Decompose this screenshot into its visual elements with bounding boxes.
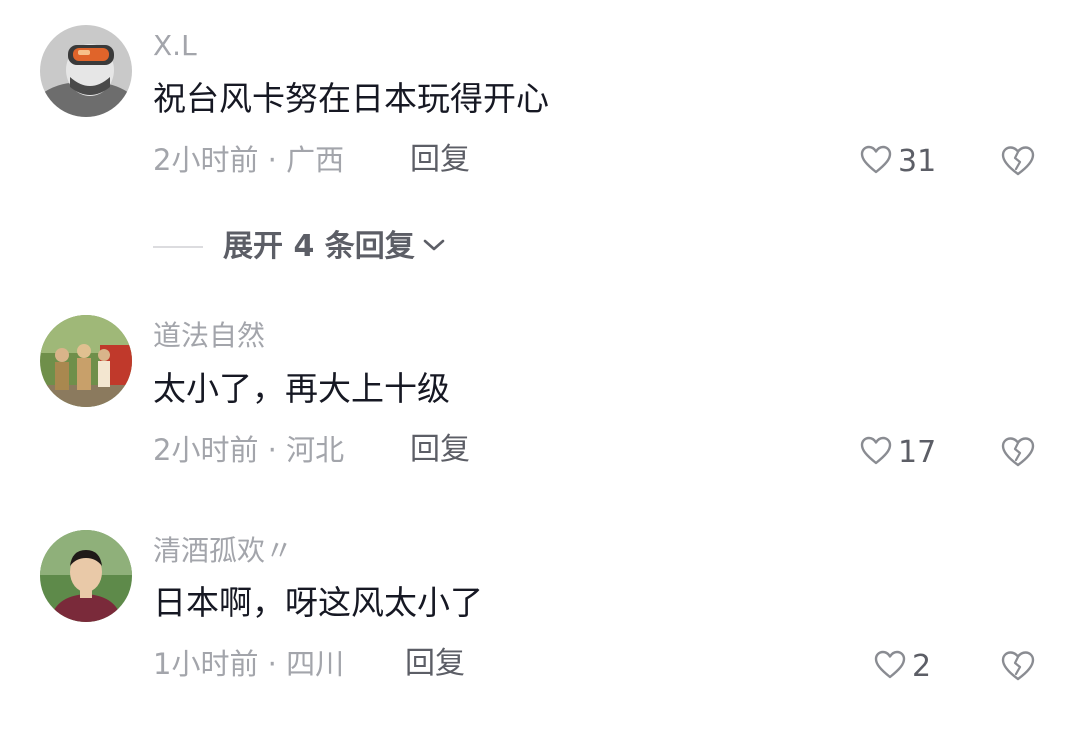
- like-button[interactable]: 31: [860, 144, 936, 180]
- avatar[interactable]: [40, 315, 132, 407]
- dislike-button[interactable]: [1000, 435, 1036, 473]
- expand-replies-button[interactable]: 展开 4 条回复: [153, 232, 447, 262]
- dislike-button[interactable]: [1000, 649, 1036, 687]
- like-button[interactable]: 2: [874, 649, 931, 685]
- heart-outline-icon: [860, 144, 892, 180]
- comment-username[interactable]: X.L: [153, 32, 197, 60]
- divider: [153, 246, 203, 248]
- comment-text: 日本啊，呀这风太小了: [153, 583, 483, 622]
- comment-text: 祝台风卡努在日本玩得开心: [153, 79, 549, 118]
- comment-meta: 2小时前 · 河北: [153, 433, 345, 467]
- avatar[interactable]: [40, 25, 132, 117]
- avatar[interactable]: [40, 530, 132, 622]
- reply-button[interactable]: 回复: [410, 435, 470, 465]
- reply-button[interactable]: 回复: [405, 649, 465, 679]
- like-count: 31: [898, 144, 937, 179]
- heart-outline-icon: [874, 649, 906, 685]
- comment-username[interactable]: 道法自然: [153, 322, 265, 350]
- comment-text: 太小了，再大上十级: [153, 369, 450, 408]
- dislike-button[interactable]: [1000, 144, 1036, 182]
- comment-meta: 1小时前 · 四川: [153, 647, 345, 681]
- comment-meta: 2小时前 · 广西: [153, 143, 345, 177]
- expand-replies-label: 展开 4 条回复: [223, 229, 415, 264]
- chevron-down-icon: [421, 235, 447, 259]
- heart-outline-icon: [860, 435, 892, 471]
- broken-heart-icon: [1000, 437, 1036, 473]
- like-count: 17: [898, 435, 937, 470]
- broken-heart-icon: [1000, 651, 1036, 687]
- broken-heart-icon: [1000, 146, 1036, 182]
- reply-button[interactable]: 回复: [410, 145, 470, 175]
- comment-username[interactable]: 清酒孤欢〃: [153, 537, 293, 565]
- like-count: 2: [912, 649, 932, 684]
- like-button[interactable]: 17: [860, 435, 936, 471]
